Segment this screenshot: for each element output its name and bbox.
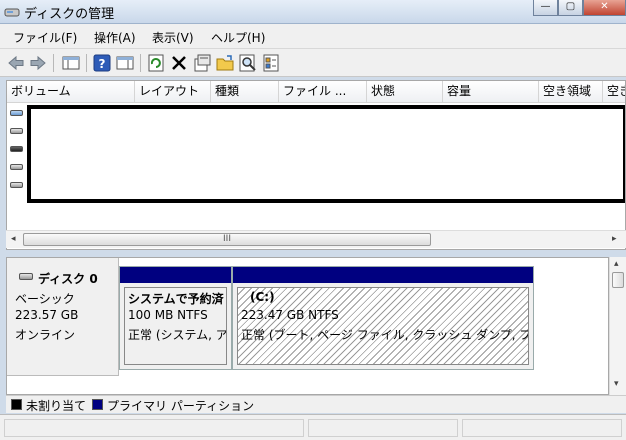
volume-icon xyxy=(10,128,23,134)
column-capacity[interactable]: 容量 xyxy=(443,81,539,103)
open-folder-icon[interactable] xyxy=(215,53,235,73)
legend-label-unallocated: 未割り当て xyxy=(26,399,87,413)
legend-label-primary: プライマリ パーティション xyxy=(107,399,255,413)
svg-text:?: ? xyxy=(99,57,106,71)
scroll-left-icon[interactable]: ◂ xyxy=(11,234,16,244)
partition-status: 正常 (システム, ア xyxy=(128,328,227,342)
volume-icon xyxy=(10,146,23,152)
menu-file[interactable]: ファイル(F) xyxy=(13,29,77,46)
toolbar-separator xyxy=(86,54,87,72)
partition-detail: 100 MB NTFS xyxy=(128,308,208,322)
maximize-button[interactable]: ▢ xyxy=(558,0,583,16)
scroll-up-icon[interactable]: ▴ xyxy=(614,259,619,269)
window-title: ディスクの管理 xyxy=(24,7,115,22)
title-bar: ディスクの管理 — ▢ ✕ xyxy=(0,0,626,24)
partition-body: システムで予約済 100 MB NTFS 正常 (システム, ア xyxy=(124,287,227,365)
forward-arrow-icon[interactable] xyxy=(28,53,48,73)
partition-name: (C:) xyxy=(250,290,275,304)
delete-icon[interactable] xyxy=(169,53,189,73)
disk-name: ディスク 0 xyxy=(38,272,98,286)
menu-action[interactable]: 操作(A) xyxy=(94,29,136,46)
column-filesystem[interactable]: ファイル ... xyxy=(279,81,367,103)
toolbar-separator xyxy=(140,54,141,72)
menu-help[interactable]: ヘルプ(H) xyxy=(211,29,265,46)
volume-list-header: ボリューム レイアウト 種類 ファイル ... 状態 容量 空き領域 空き xyxy=(7,81,625,103)
scroll-right-icon[interactable]: ▸ xyxy=(612,234,617,244)
toolbar: ? xyxy=(0,49,626,77)
status-segment xyxy=(308,419,458,437)
back-arrow-icon[interactable] xyxy=(6,53,26,73)
disk-status: オンライン xyxy=(15,328,76,342)
refresh-icon[interactable] xyxy=(146,53,166,73)
volume-icon xyxy=(10,182,23,188)
redacted-volume-rows xyxy=(27,105,625,203)
scroll-thumb[interactable]: III xyxy=(23,233,431,246)
menu-bar: ファイル(F) 操作(A) 表示(V) ヘルプ(H) xyxy=(0,24,626,49)
partition-detail: 223.47 GB NTFS xyxy=(241,308,339,322)
export-list-icon[interactable] xyxy=(261,53,281,73)
column-volume[interactable]: ボリューム xyxy=(7,81,135,103)
vertical-scrollbar[interactable]: ▴ ▾ xyxy=(609,257,626,395)
horizontal-scrollbar[interactable]: ◂ III ▸ xyxy=(6,230,626,248)
partition-c[interactable]: (C:) 223.47 GB NTFS 正常 (ブート, ページ ファイル, ク… xyxy=(232,266,534,370)
disk-type: ベーシック xyxy=(15,292,75,306)
vertical-scroll-thumb[interactable] xyxy=(612,272,624,288)
toolbar-separator xyxy=(53,54,54,72)
column-status[interactable]: 状態 xyxy=(367,81,443,103)
partition-body: (C:) 223.47 GB NTFS 正常 (ブート, ページ ファイル, ク… xyxy=(237,287,529,365)
partition-name: システムで予約済 xyxy=(128,292,224,306)
status-segment xyxy=(4,419,304,437)
disk-size: 223.57 GB xyxy=(15,308,79,322)
column-type[interactable]: 種類 xyxy=(211,81,279,103)
status-bar xyxy=(0,414,626,440)
help-icon[interactable]: ? xyxy=(92,53,112,73)
action-pane-icon[interactable] xyxy=(115,53,135,73)
disk-0-label[interactable]: ディスク 0 ベーシック 223.57 GB オンライン xyxy=(7,258,119,376)
legend: 未割り当て プライマリ パーティション xyxy=(6,395,626,413)
column-layout[interactable]: レイアウト xyxy=(135,81,211,103)
legend-swatch-unallocated xyxy=(11,399,22,410)
partition-status: 正常 (ブート, ページ ファイル, クラッシュ ダンプ, プ xyxy=(241,328,529,342)
minimize-button[interactable]: — xyxy=(533,0,558,16)
status-segment xyxy=(462,419,622,437)
console-tree-icon[interactable] xyxy=(61,53,81,73)
primary-partition-bar xyxy=(120,267,231,283)
disk-management-icon xyxy=(4,8,20,17)
legend-swatch-primary xyxy=(92,399,103,410)
properties-icon[interactable] xyxy=(192,53,212,73)
column-free-space[interactable]: 空き領域 xyxy=(539,81,603,103)
partition-system-reserved[interactable]: システムで予約済 100 MB NTFS 正常 (システム, ア xyxy=(119,266,232,370)
volume-icon xyxy=(10,110,23,116)
search-icon[interactable] xyxy=(238,53,258,73)
disk-icon xyxy=(19,273,33,280)
volume-icon xyxy=(10,164,23,170)
scroll-down-icon[interactable]: ▾ xyxy=(614,379,619,389)
close-button[interactable]: ✕ xyxy=(583,0,626,16)
disk-graphical-view: ディスク 0 ベーシック 223.57 GB オンライン システムで予約済 10… xyxy=(6,257,609,395)
menu-view[interactable]: 表示(V) xyxy=(152,29,194,46)
column-free-percent[interactable]: 空き xyxy=(603,81,625,103)
primary-partition-bar xyxy=(233,267,533,283)
volume-list[interactable]: ボリューム レイアウト 種類 ファイル ... 状態 容量 空き領域 空き xyxy=(6,80,626,250)
